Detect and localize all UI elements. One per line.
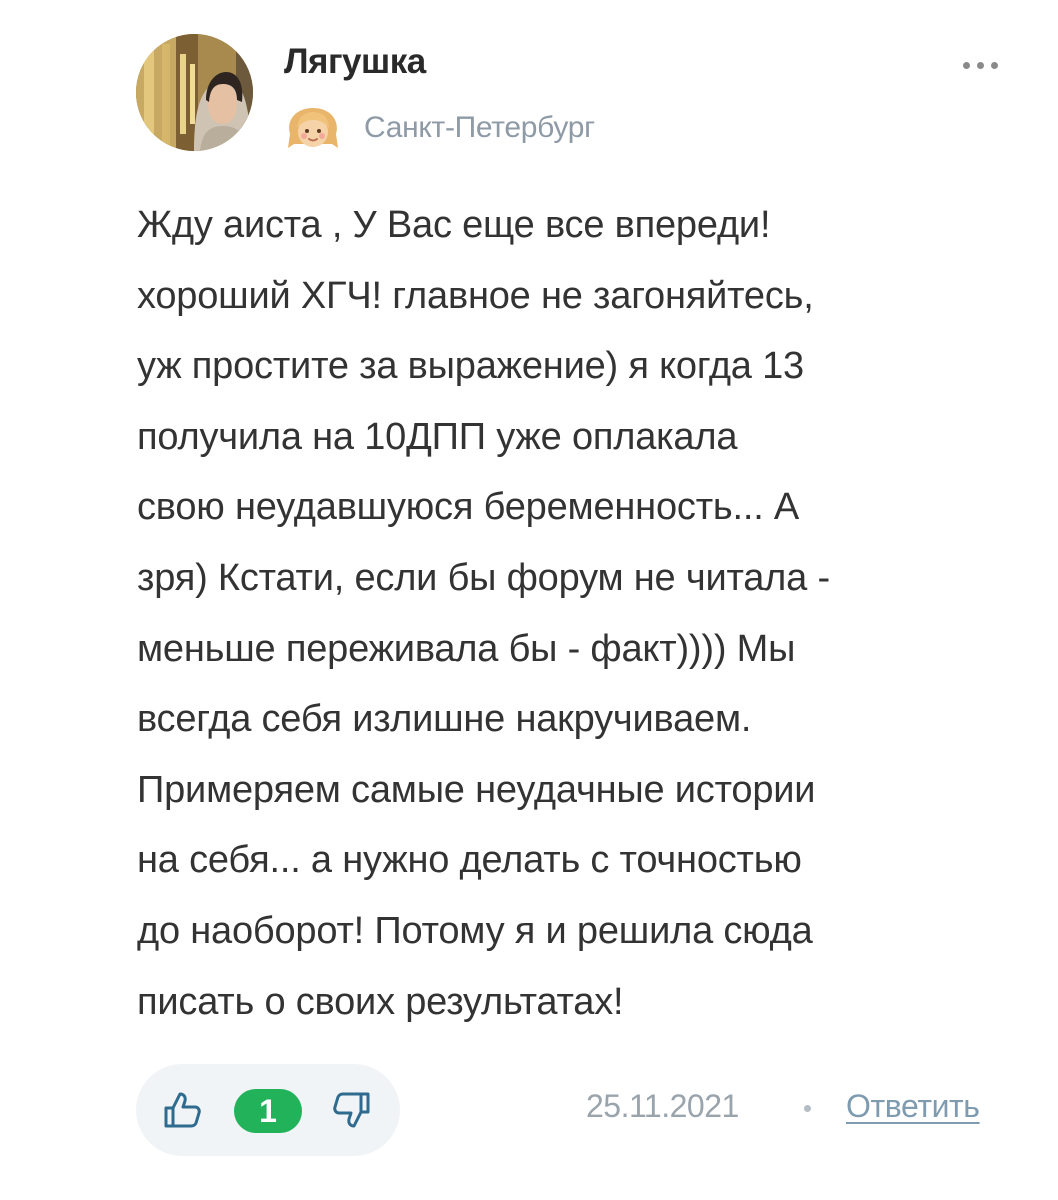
thumbs-up-icon[interactable] xyxy=(160,1088,204,1132)
comment-text-line: хороший ХГЧ! главное не загоняйтесь, xyxy=(137,274,814,317)
author-meta-row: Санкт-Петербург xyxy=(284,104,595,152)
girl-face-icon xyxy=(288,108,338,148)
comment-text-line: уж простите за выражение) я когда 13 xyxy=(137,345,804,388)
comment-text-line: Примеряем самые неудачные истории xyxy=(137,768,816,811)
more-dots-icon[interactable] xyxy=(950,52,1010,78)
comment-text-line: меньше переживала бы - факт)))) Мы xyxy=(137,627,796,670)
comment-card: Лягушка Санкт-Петербург Жду аиста , У Ва… xyxy=(0,0,1058,1200)
comment-text-line: свою неудавшуюся беременность... А xyxy=(137,486,800,529)
comment-text-line: до наоборот! Потому я и решила сюда xyxy=(137,909,813,952)
thumbs-down-icon[interactable] xyxy=(330,1088,374,1132)
comment-text-line: на себя... а нужно делать с точностью xyxy=(137,839,802,882)
comment-text-line: писать о своих результатах! xyxy=(137,980,624,1023)
vote-score-badge: 1 xyxy=(234,1089,302,1133)
author-name[interactable]: Лягушка xyxy=(284,42,426,82)
reply-link[interactable]: Ответить xyxy=(846,1088,980,1125)
comment-text-line: Жду аиста , У Вас еще все впереди! xyxy=(137,204,771,246)
author-location: Санкт-Петербург xyxy=(364,111,595,144)
more-dot xyxy=(990,61,998,69)
more-dot xyxy=(976,61,984,69)
more-dot xyxy=(962,61,970,69)
comment-text-line: зря) Кстати, если бы форум не читала - xyxy=(137,556,830,599)
comment-text: Жду аиста , У Вас еще все впереди! хорош… xyxy=(137,190,1017,1037)
meta-separator xyxy=(804,1105,811,1112)
avatar-photo xyxy=(136,34,253,151)
avatar[interactable] xyxy=(136,34,253,151)
comment-text-line: всегда себя излишне накручиваем. xyxy=(137,698,752,741)
comment-text-line: получила на 10ДПП уже оплакала xyxy=(137,415,738,458)
comment-date: 25.11.2021 xyxy=(586,1088,739,1124)
vote-control: 1 xyxy=(136,1064,400,1156)
